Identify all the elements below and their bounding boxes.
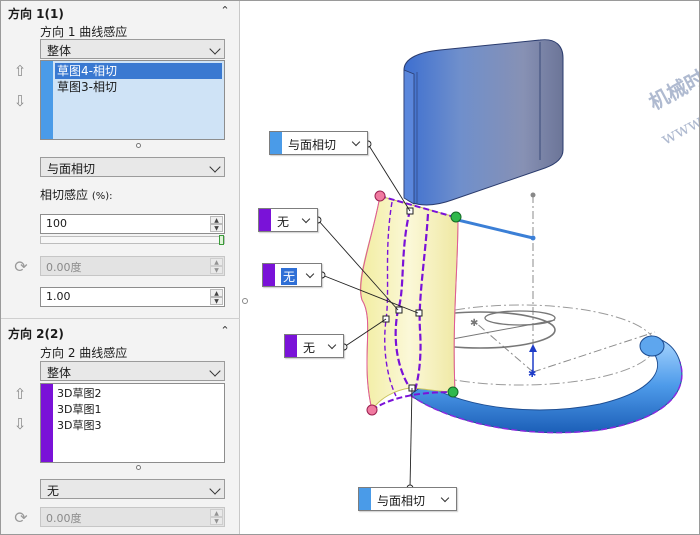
chevron-down-icon — [209, 365, 221, 377]
chevron-down-icon — [209, 43, 221, 55]
direction1-title: 方向 1(1) — [8, 7, 64, 21]
chevron-down-icon — [305, 269, 315, 279]
callout-label: 无 — [303, 341, 316, 355]
direction1-curve-influence-select[interactable]: 整体 — [40, 39, 225, 59]
callout-color-flag — [259, 209, 271, 231]
list-item[interactable]: 3D草图3 — [55, 418, 222, 434]
spin-buttons[interactable]: ▲ ▼ — [210, 289, 223, 305]
direction1-angle-input: 0.00度 ▲ ▼ — [40, 256, 225, 276]
direction2-curve-influence-label: 方向 2 曲线感应 — [40, 346, 128, 360]
direction1-ratio-input[interactable]: 1.00 ▲ ▼ — [40, 287, 225, 307]
tangent-influence-slider[interactable] — [40, 235, 225, 245]
origin-triad-icon: ✱ ✱ — [470, 192, 537, 380]
callout-left-middle[interactable]: 无 — [262, 263, 322, 287]
tangent-influence-label: 相切感应 (%): — [40, 188, 113, 202]
list-resize-handle[interactable] — [136, 465, 141, 470]
callout-color-flag — [263, 264, 275, 286]
property-manager-panel: 方向 1(1) ⌃ 方向 1 曲线感应 整体 ⇧ ⇩ 草图4-相切 草图3-相切… — [0, 0, 240, 535]
direction1-color-flag — [41, 61, 53, 139]
chevron-down-icon — [327, 340, 337, 350]
direction2-title: 方向 2(2) — [8, 327, 64, 341]
direction1-curve-list[interactable]: 草图4-相切 草图3-相切 — [40, 60, 225, 140]
list-item[interactable]: 3D草图2 — [55, 386, 222, 402]
callout-top-face-tangency[interactable]: 与面相切 — [269, 131, 368, 155]
reverse-direction-icon[interactable]: ⟳ — [12, 257, 30, 276]
chevron-down-icon — [440, 493, 450, 503]
chevron-down-icon — [301, 214, 311, 224]
chevron-down-icon — [209, 161, 221, 173]
chevron-up-icon[interactable]: ⌃ — [218, 4, 232, 18]
loft-surface — [359, 195, 459, 412]
spin-buttons[interactable]: ▲ ▼ — [210, 216, 223, 232]
list-item[interactable]: 草图4-相切 — [55, 63, 222, 79]
direction2-color-flag — [41, 384, 53, 462]
callout-label: 无 — [277, 215, 290, 229]
tangent-influence-input[interactable]: 100 ▲ ▼ — [40, 214, 225, 234]
direction2-tangency-select[interactable]: 无 — [40, 479, 225, 499]
callout-label: 与面相切 — [288, 138, 337, 152]
svg-text:✱: ✱ — [470, 318, 478, 329]
top-surface — [403, 39, 564, 206]
callout-label: 无 — [281, 268, 298, 285]
direction1-tangency-select[interactable]: 与面相切 — [40, 157, 225, 177]
direction1-curve-influence-value: 整体 — [47, 44, 72, 58]
list-item[interactable]: 3D草图1 — [55, 402, 222, 418]
direction1-tangency-value: 与面相切 — [47, 162, 96, 176]
direction2-curve-list[interactable]: 3D草图2 3D草图1 3D草图3 — [40, 383, 225, 463]
callout-bottom-face-tangency[interactable]: 与面相切 — [358, 487, 457, 511]
arrow-up-icon[interactable]: ⇧ — [12, 385, 28, 403]
svg-text:✱: ✱ — [528, 369, 536, 380]
list-item[interactable]: 草图3-相切 — [55, 79, 222, 95]
direction2-curve-influence-value: 整体 — [47, 366, 72, 380]
chevron-down-icon — [351, 137, 361, 147]
arrow-up-icon[interactable]: ⇧ — [12, 62, 28, 80]
direction1-group-header[interactable]: 方向 1(1) ⌃ — [0, 2, 240, 22]
slider-thumb[interactable] — [219, 235, 224, 245]
callout-left-lower[interactable]: 无 — [284, 334, 344, 358]
callout-color-flag — [285, 335, 297, 357]
direction2-group-header[interactable]: 方向 2(2) ⌃ — [0, 322, 240, 342]
chevron-down-icon — [209, 483, 221, 495]
callout-color-flag — [359, 488, 371, 510]
group-divider — [0, 318, 240, 319]
direction1-curve-influence-label: 方向 1 曲线感应 — [40, 25, 128, 39]
arrow-down-icon[interactable]: ⇩ — [12, 415, 28, 433]
direction2-curve-influence-select[interactable]: 整体 — [40, 361, 225, 381]
callout-color-flag — [270, 132, 282, 154]
direction2-angle-input: 0.00度 ▲ ▼ — [40, 507, 225, 527]
direction2-tangency-value: 无 — [47, 484, 60, 498]
list-resize-handle[interactable] — [136, 143, 141, 148]
reverse-direction-icon: ⟳ — [14, 508, 28, 527]
callout-left-upper[interactable]: 无 — [258, 208, 318, 232]
callout-label: 与面相切 — [377, 494, 426, 508]
arrow-down-icon[interactable]: ⇩ — [12, 92, 28, 110]
chevron-up-icon[interactable]: ⌃ — [218, 324, 232, 338]
